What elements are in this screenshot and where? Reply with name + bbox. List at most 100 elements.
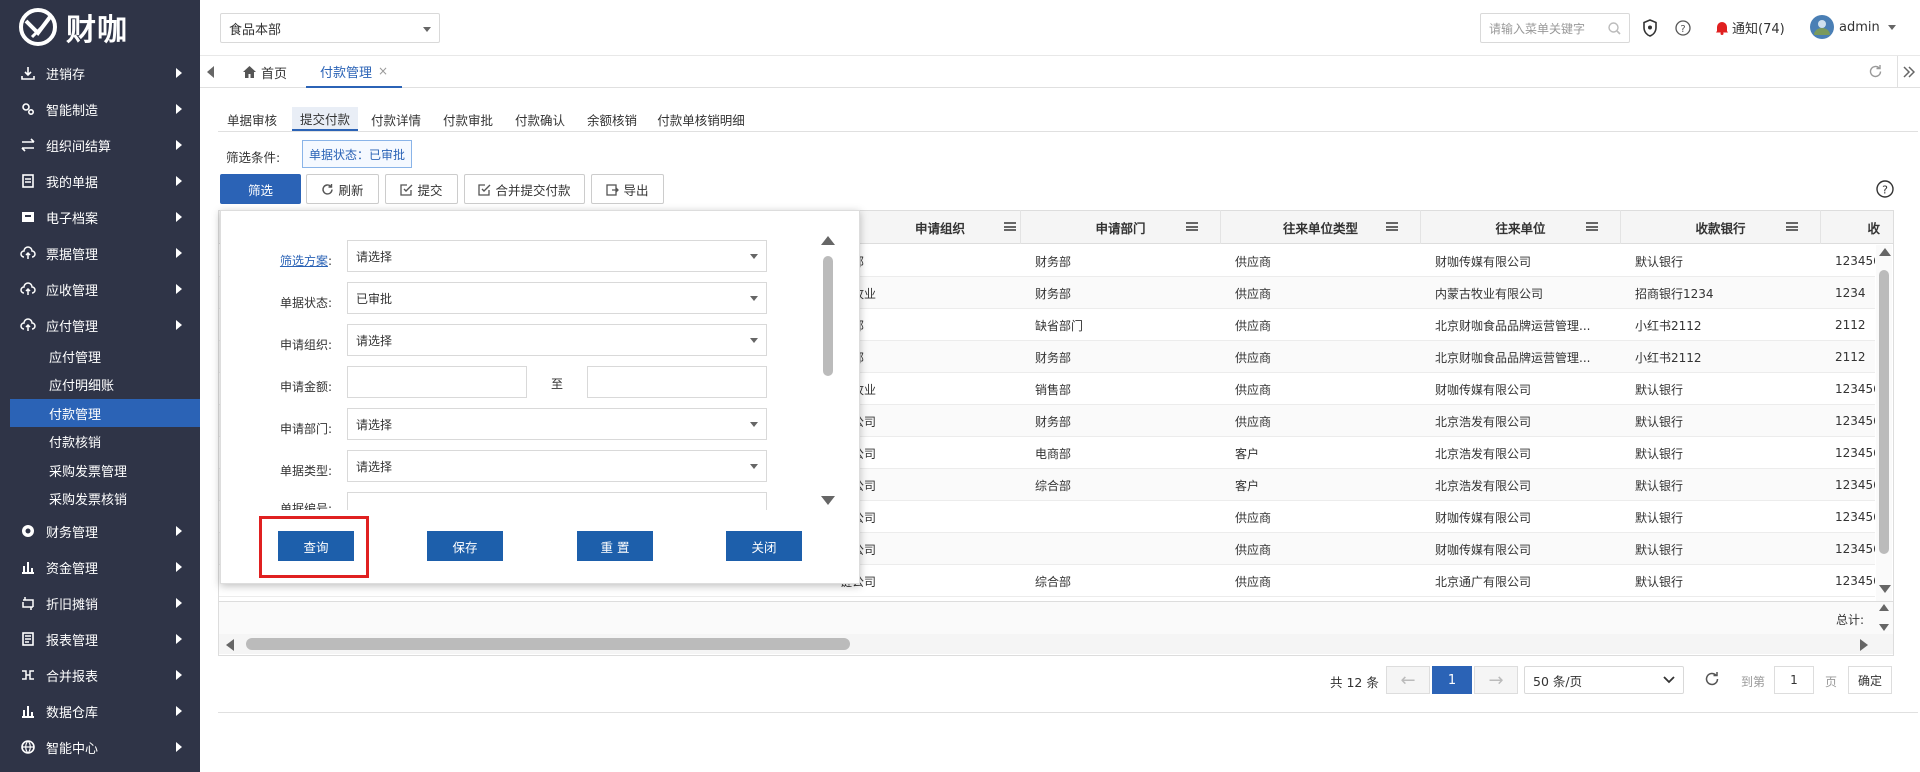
org-select[interactable]: 食品本部	[220, 13, 440, 43]
sidebar-item-receivables[interactable]: 应收管理	[0, 271, 200, 307]
scroll-down-icon[interactable]	[1879, 624, 1889, 631]
help-icon[interactable]: ?	[1675, 20, 1691, 36]
sidebar-item-data-warehouse[interactable]: 数据仓库	[0, 693, 200, 729]
export-button[interactable]: 导出	[591, 174, 664, 204]
sidebar-item-reports[interactable]: 报表管理	[0, 621, 200, 657]
column-header[interactable]: 往来单位类型	[1220, 210, 1420, 244]
sidebar-item-archive[interactable]: 电子档案	[0, 199, 200, 235]
column-header[interactable]: 收款银行	[1620, 210, 1820, 244]
scroll-left-icon[interactable]	[226, 639, 234, 651]
doc-type-select[interactable]: 请选择	[347, 450, 767, 482]
subtab-submit-payment[interactable]: 提交付款	[292, 107, 358, 131]
sidebar-subitem-label: 付款管理	[49, 407, 102, 423]
subtab-balance-writeoff[interactable]: 余额核销	[582, 107, 642, 131]
page-number-button[interactable]: 1	[1432, 666, 1472, 694]
subtab-payment-approval[interactable]: 付款审批	[438, 107, 498, 131]
scroll-up-icon[interactable]	[1879, 248, 1891, 256]
close-icon[interactable]: ×	[378, 64, 388, 78]
column-menu-icon[interactable]	[1004, 222, 1016, 231]
panel-scroll-up-icon[interactable]	[821, 236, 835, 245]
sidebar-item-depreciation[interactable]: 折旧摊销	[0, 585, 200, 621]
sidebar-item-my-docs[interactable]: 我的单据	[0, 163, 200, 199]
sidebar-subitem-purchase-invoice-writeoff[interactable]: 采购发票核销	[0, 484, 200, 512]
page-size-select[interactable]: 50 条/页	[1524, 666, 1684, 694]
sidebar-item-bills[interactable]: 票据管理	[0, 235, 200, 271]
apply-org-select[interactable]: 请选择	[347, 324, 767, 356]
scrollbar-thumb[interactable]	[1879, 270, 1889, 554]
doc-status-select[interactable]: 已审批	[347, 282, 767, 314]
scroll-down-icon[interactable]	[1879, 585, 1891, 593]
sidebar-item-consolidated[interactable]: 合并报表	[0, 657, 200, 693]
column-menu-icon[interactable]	[1786, 222, 1798, 231]
query-button[interactable]: 查询	[278, 531, 354, 561]
tabs-scroll-right-button[interactable]	[1897, 56, 1920, 88]
sidebar-item-manufacturing[interactable]: 智能制造	[0, 91, 200, 127]
amount-max-input[interactable]	[587, 366, 767, 398]
tab-home[interactable]: 首页	[243, 56, 287, 88]
filter-scheme-label[interactable]: 筛选方案:	[280, 252, 332, 269]
subtab-writeoff-detail[interactable]: 付款单核销明细	[654, 107, 748, 131]
refresh-button[interactable]: 刷新	[306, 174, 379, 204]
user-menu[interactable]: admin	[1810, 15, 1896, 39]
column-menu-icon[interactable]	[1386, 222, 1398, 231]
document-icon	[20, 173, 36, 189]
goto-page-input[interactable]: 1	[1774, 666, 1814, 694]
scrollbar-thumb[interactable]	[246, 638, 850, 650]
sidebar-subitem-payment-writeoff[interactable]: 付款核销	[0, 427, 200, 455]
column-header[interactable]: 申请组织	[860, 210, 1020, 244]
sidebar-subitem-payables[interactable]: 应付管理	[0, 342, 200, 370]
column-menu-icon[interactable]	[1186, 222, 1198, 231]
notification-button[interactable]: 通知(74)	[1715, 18, 1785, 37]
panel-scroll-down-icon[interactable]	[821, 496, 835, 505]
sidebar-item-finance[interactable]: 财务管理	[0, 513, 200, 549]
amount-min-input[interactable]	[347, 366, 527, 398]
save-button[interactable]: 保存	[427, 531, 503, 561]
next-page-button[interactable]: →	[1474, 666, 1518, 694]
sidebar-item-jxc[interactable]: 进销存	[0, 55, 200, 91]
subtab-payment-confirm[interactable]: 付款确认	[510, 107, 570, 131]
filter-scheme-select[interactable]: 请选择	[347, 240, 767, 272]
sidebar-subitem-purchase-invoice[interactable]: 采购发票管理	[0, 456, 200, 484]
filter-button-label: 筛选	[247, 182, 273, 198]
column-header[interactable]: 收	[1820, 210, 1880, 244]
apply-dept-select[interactable]: 请选择	[347, 408, 767, 440]
logo-icon	[19, 8, 57, 46]
sidebar-item-intelligence[interactable]: 智能中心	[0, 729, 200, 765]
filter-tag[interactable]: 单据状态：已审批	[302, 140, 413, 168]
shield-icon[interactable]	[1642, 19, 1658, 37]
sidebar-item-payables[interactable]: 应付管理	[0, 307, 200, 343]
menu-search-input[interactable]: 请输入菜单关键字	[1480, 13, 1630, 43]
sidebar-subitem-payable-ledger[interactable]: 应付明细账	[0, 370, 200, 398]
subtab-review[interactable]: 单据审核	[222, 107, 282, 131]
sidebar-item-settlement[interactable]: 组织间结算	[0, 127, 200, 163]
tab-payment-management[interactable]: 付款管理 ×	[306, 56, 402, 88]
sidebar-item-label: 我的单据	[46, 175, 99, 191]
close-button[interactable]: 关闭	[726, 531, 802, 561]
refresh-icon[interactable]	[1868, 64, 1883, 79]
help-icon[interactable]: ?	[1876, 180, 1894, 198]
table-horizontal-scrollbar[interactable]	[219, 634, 1893, 654]
column-header-label: 往来单位	[1495, 220, 1546, 236]
merge-submit-button[interactable]: 合并提交付款	[464, 174, 585, 204]
filter-button[interactable]: 筛选	[220, 174, 301, 204]
submit-button[interactable]: 提交	[385, 174, 458, 204]
column-header[interactable]: 申请部门	[1020, 210, 1220, 244]
refresh-icon[interactable]	[1704, 671, 1720, 687]
app-logo[interactable]: 财咖	[18, 4, 128, 50]
reset-button[interactable]: 重 置	[577, 531, 653, 561]
sidebar-item-funds[interactable]: 资金管理	[0, 549, 200, 585]
scroll-right-icon[interactable]	[1860, 639, 1868, 651]
table-vertical-scrollbar[interactable]	[1876, 245, 1892, 601]
subtab-payment-detail[interactable]: 付款详情	[366, 107, 426, 131]
sidebar-subitem-payment-management[interactable]: 付款管理	[10, 399, 200, 427]
prev-page-button[interactable]: ←	[1386, 666, 1430, 694]
caret-right-icon	[176, 248, 182, 258]
goto-confirm-button[interactable]: 确定	[1848, 666, 1892, 694]
column-menu-icon[interactable]	[1586, 222, 1598, 231]
tabs-scroll-left-icon[interactable]	[207, 66, 214, 78]
column-header[interactable]: 往来单位	[1420, 210, 1620, 244]
panel-scrollbar-thumb[interactable]	[823, 256, 833, 376]
doc-number-input[interactable]	[347, 492, 767, 510]
scroll-up-icon[interactable]	[1879, 604, 1889, 611]
filter-scheme-link[interactable]: 筛选方案	[280, 254, 328, 268]
